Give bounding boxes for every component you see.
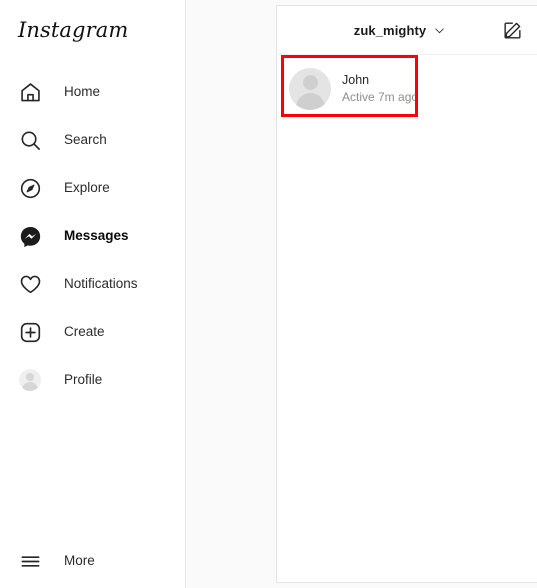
sidebar-item-notifications[interactable]: Notifications bbox=[0, 266, 185, 302]
sidebar-item-label: Create bbox=[64, 324, 105, 340]
avatar-icon bbox=[18, 368, 42, 392]
plus-square-icon bbox=[18, 320, 42, 344]
account-username: zuk_mighty bbox=[353, 23, 427, 38]
sidebar-item-explore[interactable]: Explore bbox=[0, 170, 185, 206]
conversation-row-john[interactable]: John Active 7m ago bbox=[277, 61, 537, 116]
sidebar-item-label: Search bbox=[64, 132, 107, 148]
sidebar-item-label: Explore bbox=[64, 180, 110, 196]
instagram-messages-screen: Instagram Home Search Explore Messages N… bbox=[0, 0, 537, 588]
conversation-name: John bbox=[342, 73, 370, 87]
messages-panel: zuk_mighty John Active 7m ago bbox=[276, 5, 537, 583]
sidebar-item-label: More bbox=[64, 553, 95, 569]
sidebar-item-search[interactable]: Search bbox=[0, 122, 185, 158]
conversation-list: John Active 7m ago bbox=[277, 55, 537, 116]
sidebar-item-home[interactable]: Home bbox=[0, 74, 185, 110]
sidebar-item-create[interactable]: Create bbox=[0, 314, 185, 350]
messages-panel-header: zuk_mighty bbox=[277, 6, 537, 55]
conversation-text: John Active 7m ago bbox=[342, 72, 418, 105]
chevron-down-icon bbox=[433, 24, 446, 37]
sidebar-nav: Home Search Explore Messages Notificatio… bbox=[0, 74, 185, 410]
avatar bbox=[19, 369, 41, 391]
avatar-placeholder-icon bbox=[289, 67, 331, 110]
sidebar-item-more[interactable]: More bbox=[0, 543, 95, 579]
sidebar-item-profile[interactable]: Profile bbox=[0, 362, 185, 398]
sidebar-item-label: Profile bbox=[64, 372, 103, 388]
messenger-icon bbox=[18, 224, 42, 248]
sidebar-item-messages[interactable]: Messages bbox=[0, 218, 185, 254]
sidebar: Instagram Home Search Explore Messages N… bbox=[0, 0, 186, 588]
search-icon bbox=[18, 128, 42, 152]
sidebar-item-label: Notifications bbox=[64, 276, 138, 292]
home-icon bbox=[18, 80, 42, 104]
compose-new-message-button[interactable] bbox=[500, 18, 524, 42]
compass-icon bbox=[18, 176, 42, 200]
account-switcher[interactable]: zuk_mighty bbox=[277, 6, 537, 55]
hamburger-menu-icon bbox=[18, 549, 42, 573]
instagram-logo[interactable]: Instagram bbox=[18, 18, 128, 42]
sidebar-item-label: Messages bbox=[64, 228, 129, 244]
conversation-status: Active 7m ago bbox=[342, 90, 419, 104]
sidebar-item-label: Home bbox=[64, 84, 101, 100]
heart-icon bbox=[18, 272, 42, 296]
